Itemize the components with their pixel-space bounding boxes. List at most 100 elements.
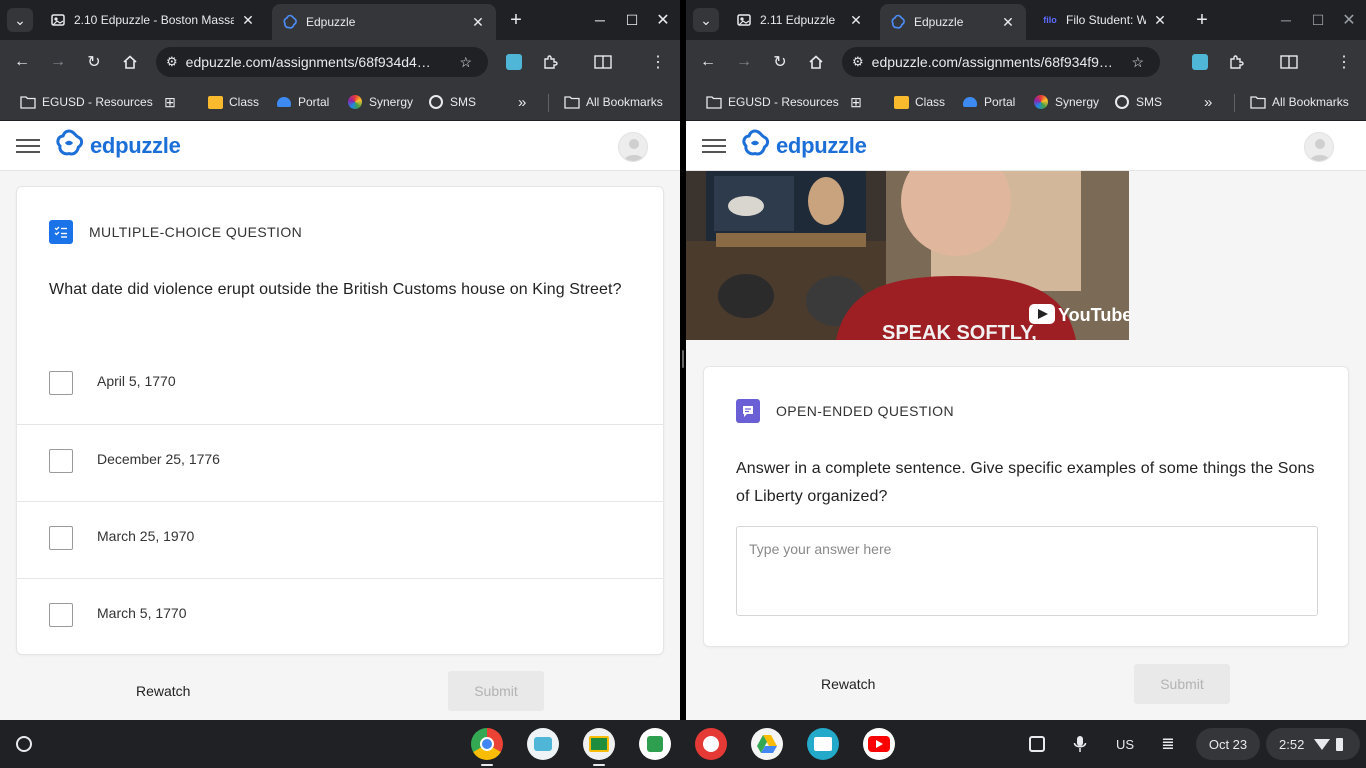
- google-classroom-icon[interactable]: [583, 728, 615, 766]
- user-avatar[interactable]: [618, 132, 648, 162]
- minimize-button[interactable]: ─: [1273, 8, 1299, 32]
- close-tab-icon[interactable]: ✕: [1000, 14, 1016, 30]
- choice-checkbox[interactable]: [49, 603, 73, 627]
- bookmark-apps[interactable]: ⊞: [162, 90, 184, 114]
- bookmark-class[interactable]: Class: [893, 90, 945, 114]
- reading-mode-button[interactable]: [1275, 48, 1303, 76]
- more-bookmarks-button[interactable]: »: [518, 90, 526, 114]
- site-info-icon[interactable]: ⚙: [166, 54, 178, 70]
- media-controls-button[interactable]: ≣: [1152, 728, 1184, 760]
- tab-edpuzzle-active[interactable]: Edpuzzle ✕: [272, 4, 496, 40]
- right-browser-window: ⌄ 2.11 Edpuzzle ✕ Edpuzzle ✕ filo Filo S…: [686, 0, 1366, 720]
- reading-mode-button[interactable]: [589, 48, 617, 76]
- bookmark-class[interactable]: Class: [207, 90, 259, 114]
- edpuzzle-logo[interactable]: edpuzzle: [54, 128, 181, 164]
- edpuzzle-logo[interactable]: edpuzzle: [740, 128, 867, 164]
- tab-edpuzzle-active[interactable]: Edpuzzle ✕: [880, 4, 1026, 40]
- extension-cloud-button[interactable]: [500, 48, 528, 76]
- close-tab-icon[interactable]: ✕: [1152, 12, 1168, 28]
- address-bar[interactable]: ⚙ edpuzzle.com/assignments/68f934d4… ☆: [156, 47, 488, 77]
- choice-option[interactable]: March 5, 1770: [17, 578, 663, 655]
- new-tab-button[interactable]: +: [503, 8, 529, 32]
- rewatch-button[interactable]: Rewatch: [136, 683, 190, 699]
- bookmark-apps[interactable]: ⊞: [848, 90, 870, 114]
- back-button[interactable]: ←: [694, 48, 722, 76]
- choice-checkbox[interactable]: [49, 371, 73, 395]
- bookmark-sms[interactable]: SMS: [1114, 90, 1162, 114]
- close-tab-icon[interactable]: ✕: [240, 12, 256, 28]
- forward-button[interactable]: →: [44, 48, 72, 76]
- google-drive-icon[interactable]: [751, 728, 783, 760]
- bookmark-synergy[interactable]: Synergy: [1033, 90, 1099, 114]
- bookmark-all-bookmarks[interactable]: All Bookmarks: [564, 90, 663, 114]
- folder-icon: [20, 94, 36, 110]
- divider-grip[interactable]: [682, 350, 684, 368]
- extension-cloud-button[interactable]: [1186, 48, 1214, 76]
- maximize-button[interactable]: ☐: [619, 8, 645, 32]
- submit-button[interactable]: Submit: [448, 671, 544, 711]
- date-button[interactable]: Oct 23: [1196, 728, 1260, 760]
- tab-search-button[interactable]: ⌄: [7, 8, 33, 32]
- green-app-icon[interactable]: [639, 728, 671, 760]
- address-bar[interactable]: ⚙ edpuzzle.com/assignments/68f934f9… ☆: [842, 47, 1160, 77]
- input-method-button[interactable]: US: [1108, 728, 1142, 760]
- reader-app-icon[interactable]: [807, 728, 839, 760]
- tab-boston-massacre[interactable]: 2.10 Edpuzzle - Boston Massa ✕: [40, 4, 266, 36]
- extensions-button[interactable]: [536, 48, 564, 76]
- rewatch-button[interactable]: Rewatch: [821, 676, 875, 692]
- maximize-button[interactable]: ☐: [1305, 8, 1331, 32]
- more-bookmarks-button[interactable]: »: [1204, 90, 1212, 114]
- back-button[interactable]: ←: [8, 48, 36, 76]
- os-shelf: US ≣ Oct 23 2:52: [0, 720, 1366, 768]
- bookmark-egusd-resources[interactable]: EGUSD - Resources: [706, 90, 839, 114]
- screen-capture-icon: [1029, 736, 1045, 752]
- battery-icon: [1336, 737, 1344, 751]
- tab-filo-student[interactable]: filo Filo Student: W ✕: [1032, 4, 1178, 36]
- hamburger-menu-icon[interactable]: [16, 135, 40, 157]
- minimize-button[interactable]: ─: [587, 8, 613, 32]
- bookmark-star-icon[interactable]: ☆: [459, 54, 472, 71]
- chrome-icon[interactable]: [471, 728, 503, 766]
- user-avatar[interactable]: [1304, 132, 1334, 162]
- screen-capture-button[interactable]: [1021, 728, 1053, 760]
- palette-app-icon[interactable]: [695, 728, 727, 760]
- tab-search-button[interactable]: ⌄: [693, 8, 719, 32]
- microphone-button[interactable]: [1064, 728, 1096, 760]
- choice-option[interactable]: March 25, 1970: [17, 501, 663, 578]
- choice-option[interactable]: April 5, 1770: [17, 347, 663, 424]
- reload-button[interactable]: ↻: [766, 48, 794, 76]
- extensions-button[interactable]: [1222, 48, 1250, 76]
- menu-button[interactable]: ⋮: [644, 48, 672, 76]
- site-info-icon[interactable]: ⚙: [852, 54, 864, 70]
- bookmark-synergy[interactable]: Synergy: [347, 90, 413, 114]
- bookmark-portal[interactable]: Portal: [276, 90, 329, 114]
- choice-option[interactable]: December 25, 1776: [17, 424, 663, 501]
- youtube-icon[interactable]: [863, 728, 895, 760]
- home-button[interactable]: [116, 48, 144, 76]
- new-tab-button[interactable]: +: [1189, 8, 1215, 32]
- hamburger-menu-icon[interactable]: [702, 135, 726, 157]
- cloud-app-icon[interactable]: [527, 728, 559, 760]
- bookmark-portal[interactable]: Portal: [962, 90, 1015, 114]
- status-area[interactable]: 2:52: [1266, 728, 1360, 760]
- choice-checkbox[interactable]: [49, 449, 73, 473]
- video-player[interactable]: SPEAK SOFTLY, YouTube: [686, 171, 1129, 340]
- close-tab-icon[interactable]: ✕: [848, 12, 864, 28]
- close-window-button[interactable]: ✕: [650, 8, 676, 32]
- menu-button[interactable]: ⋮: [1330, 48, 1358, 76]
- close-tab-icon[interactable]: ✕: [470, 14, 486, 30]
- bookmark-all-bookmarks[interactable]: All Bookmarks: [1250, 90, 1349, 114]
- bookmark-star-icon[interactable]: ☆: [1131, 54, 1144, 71]
- reload-button[interactable]: ↻: [80, 48, 108, 76]
- forward-button[interactable]: →: [730, 48, 758, 76]
- home-button[interactable]: [802, 48, 830, 76]
- tab-edpuzzle-2-11[interactable]: 2.11 Edpuzzle ✕: [726, 4, 874, 36]
- choice-checkbox[interactable]: [49, 526, 73, 550]
- bookmark-egusd-resources[interactable]: EGUSD - Resources: [20, 90, 153, 114]
- close-window-button[interactable]: ✕: [1336, 8, 1362, 32]
- bookmark-sms[interactable]: SMS: [428, 90, 476, 114]
- launcher-button[interactable]: [10, 730, 38, 758]
- home-icon: [123, 55, 137, 69]
- submit-button[interactable]: Submit: [1134, 664, 1230, 704]
- answer-input[interactable]: [736, 526, 1318, 616]
